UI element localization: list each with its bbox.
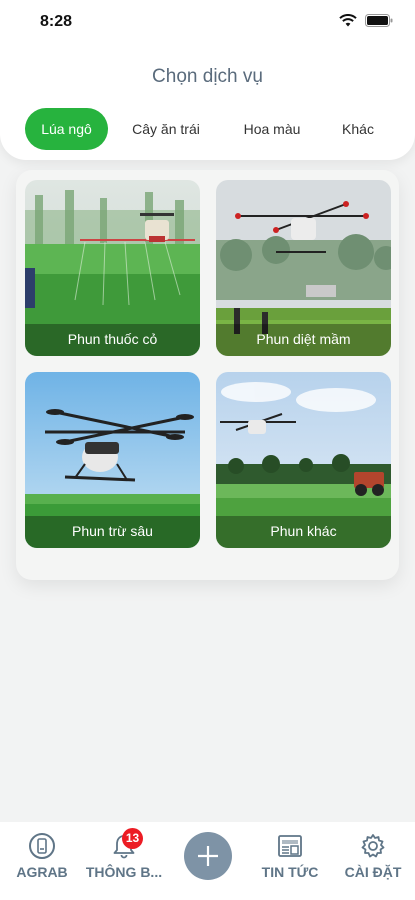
- page-title: Chọn dịch vụ: [152, 66, 263, 87]
- status-time: 8:28: [40, 13, 73, 30]
- service-label: Phun diệt mầm: [216, 324, 391, 356]
- nav-label-tin-tuc: TIN TỨC: [261, 864, 319, 880]
- nav-label-agrab: AGRAB: [16, 864, 68, 880]
- header-panel: 8:28 Chọn dịch vụ Lúa ngô Cây ăn trái Ho…: [0, 0, 415, 160]
- nav-label-cai-dat: CÀI ĐẶT: [344, 864, 402, 880]
- nav-item-cai-dat[interactable]: CÀI ĐẶT: [333, 832, 413, 880]
- service-grid: Phun thuốc cỏ Phun diệt mầm Phun trừ sâu…: [16, 170, 399, 580]
- nav-item-thong-bao[interactable]: 13 THÔNG B...: [84, 828, 164, 880]
- agrab-logo-icon: [29, 833, 55, 859]
- battery-icon: [365, 14, 393, 27]
- status-bar: 8:28: [0, 0, 415, 44]
- service-label: Phun trừ sâu: [25, 516, 200, 548]
- nav-item-tin-tuc[interactable]: TIN TỨC: [250, 832, 330, 880]
- newspaper-icon: [278, 835, 302, 857]
- service-tile-phun-khac[interactable]: Phun khác: [216, 372, 391, 548]
- add-button[interactable]: [184, 832, 232, 880]
- plus-icon: [198, 846, 218, 866]
- status-icons: [339, 14, 393, 27]
- service-tile-phun-thuoc-co[interactable]: Phun thuốc cỏ: [25, 180, 200, 356]
- service-label: Phun khác: [216, 516, 391, 548]
- nav-label-thong-bao: THÔNG B...: [85, 864, 163, 880]
- notification-count-badge: 13: [122, 828, 143, 849]
- gear-icon: [361, 834, 385, 858]
- service-label: Phun thuốc cỏ: [25, 324, 200, 356]
- tab-hoa-mau[interactable]: Hoa màu: [230, 108, 314, 150]
- service-tile-phun-diet-mam[interactable]: Phun diệt mầm: [216, 180, 391, 356]
- tab-khac[interactable]: Khác: [328, 108, 388, 150]
- category-tabs: Lúa ngô Cây ăn trái Hoa màu Khác: [0, 108, 415, 150]
- tab-lua-ngo[interactable]: Lúa ngô: [25, 108, 108, 150]
- tab-cay-an-trai[interactable]: Cây ăn trái: [124, 108, 208, 150]
- nav-item-agrab[interactable]: AGRAB: [2, 832, 82, 880]
- service-tile-phun-tru-sau[interactable]: Phun trừ sâu: [25, 372, 200, 548]
- wifi-icon: [339, 14, 357, 27]
